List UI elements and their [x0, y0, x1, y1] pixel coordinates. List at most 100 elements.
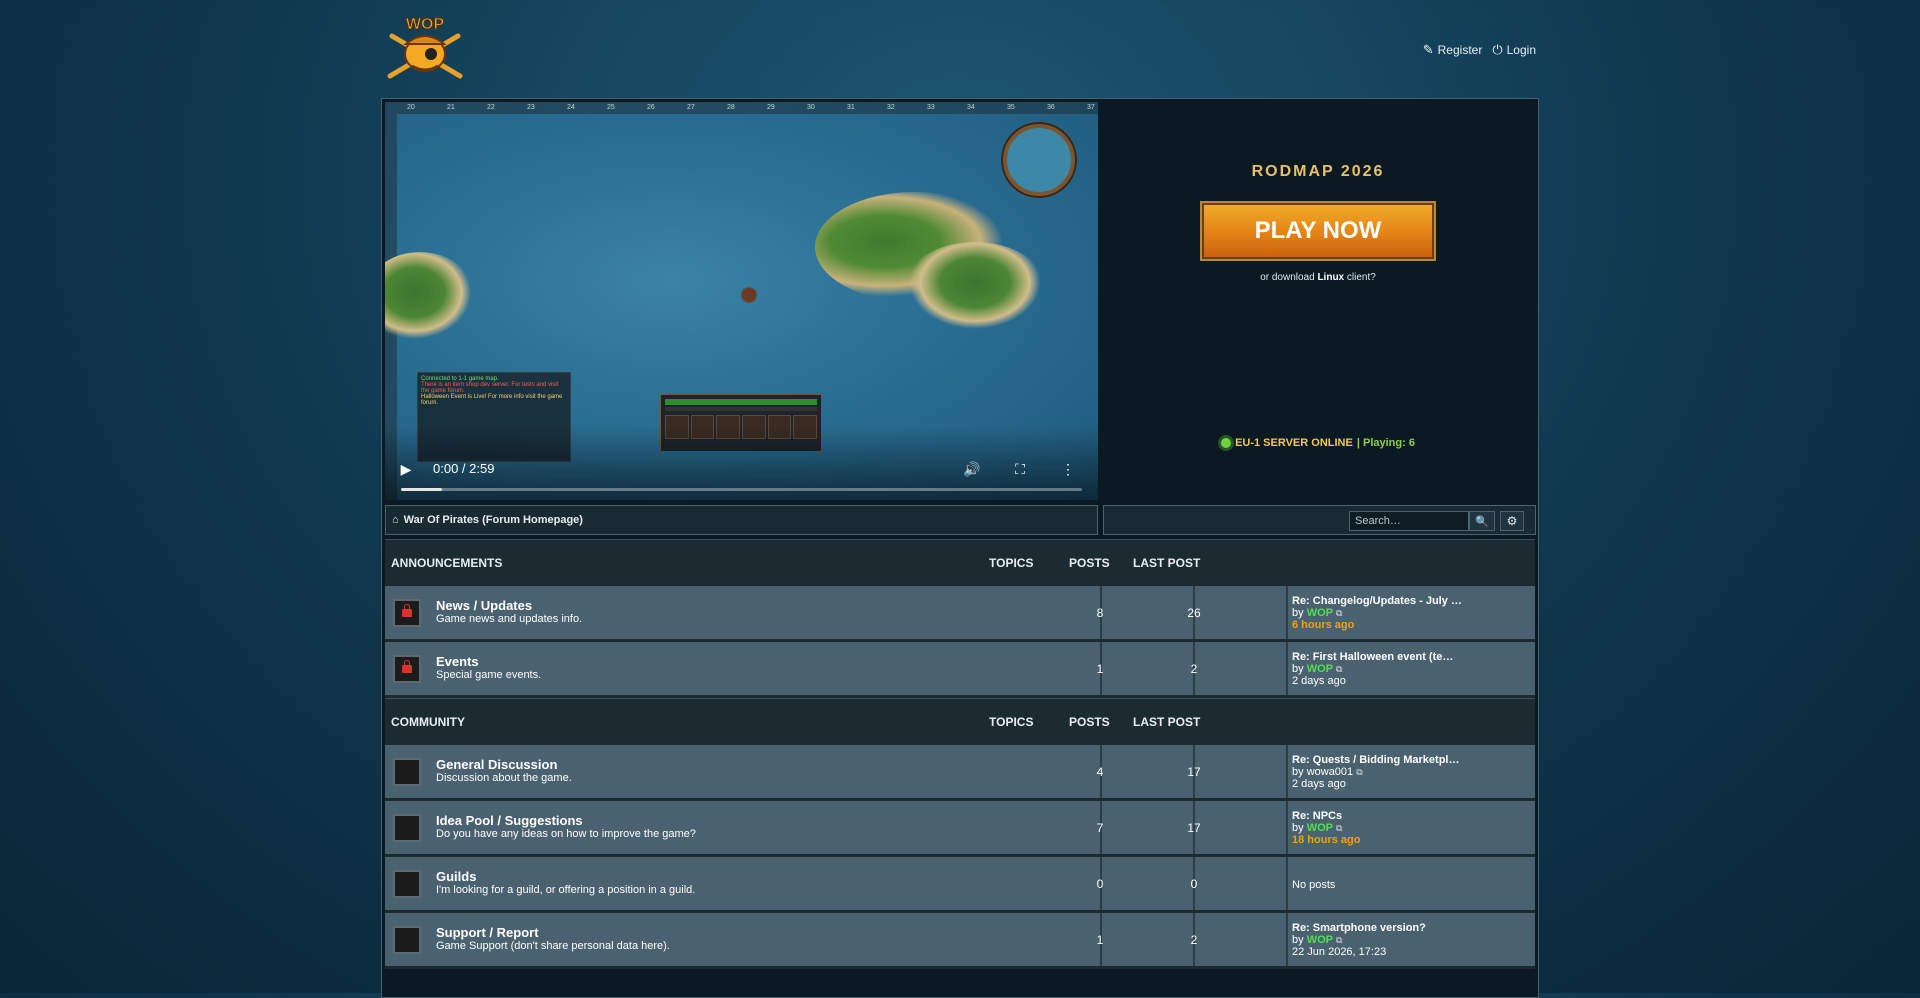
by-label: by [1292, 607, 1304, 619]
xp-bar [665, 407, 817, 411]
advanced-search-button[interactable]: ⚙ [1500, 511, 1524, 531]
chat-line: There is an item shop dev server. For te… [421, 382, 559, 394]
view-latest-post-icon[interactable]: ⧉ [1356, 767, 1362, 777]
chat-line: Halloween Event is Live! For more info v… [421, 394, 563, 406]
online-indicator-icon [1221, 438, 1232, 448]
video-progress-bar[interactable] [401, 488, 1082, 491]
last-post-time: 18 hours ago [1292, 834, 1361, 846]
forum-read-icon [393, 870, 421, 898]
posts-count: 2 [1190, 662, 1198, 676]
last-post-author-link[interactable]: WOP [1307, 822, 1333, 834]
column-separator [1286, 642, 1288, 695]
last-post-column-header: LAST POST [1133, 556, 1201, 570]
last-post-time: 22 Jun 2026, 17:23 [1292, 946, 1387, 958]
search-button[interactable]: 🔍 [1469, 511, 1495, 531]
roadmap-title[interactable]: RODMAP 2026 [1102, 163, 1534, 181]
topics-count: 7 [1096, 821, 1104, 835]
register-link[interactable]: ✎ Register [1423, 42, 1483, 58]
ruler-number: 37 [1087, 104, 1095, 111]
play-icon[interactable]: ▶ [397, 460, 415, 478]
forum-row[interactable]: General Discussion Discussion about the g… [385, 745, 1535, 798]
gear-icon: ⚙ [1506, 514, 1518, 528]
more-options-icon[interactable]: ⋮ [1059, 460, 1077, 478]
ruler-number: 25 [607, 104, 615, 111]
topics-count: 1 [1096, 662, 1104, 676]
ruler-number: 27 [687, 104, 695, 111]
search-icon: 🔍 [1475, 515, 1489, 528]
forum-description: Special game events. [436, 669, 542, 681]
forum-row[interactable]: Events Special game events. 1 2 Re: First Ha… [385, 642, 1535, 695]
ruler-number: 34 [967, 104, 975, 111]
forum-read-icon [393, 926, 421, 954]
view-latest-post-icon[interactable]: ⧉ [1336, 664, 1342, 674]
last-post-author-line: by WOP ⧉ [1292, 607, 1462, 619]
video-controls: ▶ 0:00 / 2:59 🔊 ⛶ ⋮ [385, 426, 1098, 500]
play-now-button[interactable]: PLAY NOW [1200, 201, 1436, 261]
category-header: COMMUNITY TOPICS POSTS LAST POST [385, 698, 1535, 743]
forum-title-link[interactable]: Idea Pool / Suggestions [436, 813, 583, 828]
forum-title-link[interactable]: News / Updates [436, 598, 532, 613]
server-name: EU-1 SERVER ONLINE [1235, 437, 1353, 449]
forum-title-link[interactable]: Guilds [436, 869, 476, 884]
topics-column-header: TOPICS [989, 715, 1034, 729]
forum-title-link[interactable]: Events [436, 654, 479, 669]
by-label: by [1292, 934, 1304, 946]
fullscreen-icon[interactable]: ⛶ [1011, 460, 1029, 478]
forum-title-link[interactable]: Support / Report [436, 925, 539, 940]
download-suffix: client? [1346, 272, 1376, 283]
last-post-author-link[interactable]: WOP [1307, 663, 1333, 675]
forum-row[interactable]: Idea Pool / Suggestions Do you have any i… [385, 801, 1535, 854]
ruler-number: 21 [447, 104, 455, 111]
last-post-time: 2 days ago [1292, 778, 1346, 790]
posts-count: 17 [1187, 765, 1201, 779]
search-input[interactable]: Search… [1349, 511, 1469, 531]
lock-icon [402, 660, 412, 673]
last-post-author-link[interactable]: WOP [1307, 607, 1333, 619]
category-name[interactable]: COMMUNITY [391, 715, 465, 729]
by-label: by [1292, 822, 1304, 834]
ruler-number: 32 [887, 104, 895, 111]
ruler-number: 26 [647, 104, 655, 111]
last-post-title-link[interactable]: Re: Quests / Bidding Marketpl… [1292, 754, 1459, 766]
server-status: EU-1 SERVER ONLINE | Playing: 6 [1102, 437, 1534, 449]
ruler-number: 29 [767, 104, 775, 111]
view-latest-post-icon[interactable]: ⧉ [1336, 935, 1342, 945]
last-post-author-link[interactable]: WOP [1307, 934, 1333, 946]
last-post-title-link[interactable]: Re: First Halloween event (te… [1292, 651, 1453, 663]
login-link[interactable]: ⏻ Login [1492, 42, 1536, 58]
ruler-number: 30 [807, 104, 815, 111]
forum-row[interactable]: Support / Report Game Support (don't shar… [385, 913, 1535, 966]
linux-download-link[interactable]: Linux [1317, 272, 1344, 283]
ruler-number: 33 [927, 104, 935, 111]
gameplay-video[interactable]: 20 21 22 23 24 25 26 27 28 29 30 31 32 33 34 35 36 37 Con… [385, 102, 1098, 500]
minimap [1003, 124, 1075, 196]
forum-locked-icon [393, 655, 421, 683]
view-latest-post-icon[interactable]: ⧉ [1336, 823, 1342, 833]
ruler-number: 22 [487, 104, 495, 111]
download-prefix: or download [1260, 272, 1315, 283]
forum-row[interactable]: Guilds I'm looking for a guild, or offeri… [385, 857, 1535, 910]
column-separator [1286, 913, 1288, 966]
forum-locked-icon [393, 599, 421, 627]
forum-row[interactable]: News / Updates Game news and updates info… [385, 586, 1535, 639]
ruler-number: 31 [847, 104, 855, 111]
breadcrumb-home-link[interactable]: War Of Pirates (Forum Homepage) [404, 514, 583, 526]
forum-read-icon [393, 758, 421, 786]
view-latest-post-icon[interactable]: ⧉ [1336, 608, 1342, 618]
last-post-title-link[interactable]: Re: Smartphone version? [1292, 922, 1426, 934]
category-name[interactable]: ANNOUNCEMENTS [391, 556, 502, 570]
last-post-title-link[interactable]: Re: Changelog/Updates - July … [1292, 595, 1462, 607]
site-logo[interactable]: WOP [384, 14, 466, 84]
forum-description: Game news and updates info. [436, 613, 583, 625]
forum-title-link[interactable]: General Discussion [436, 757, 557, 772]
last-post-author-link[interactable]: wowa001 [1307, 766, 1353, 778]
user-links: ✎ Register ⏻ Login [1423, 42, 1536, 58]
lock-icon [402, 604, 412, 617]
hp-bar [665, 399, 817, 405]
last-post-info: Re: First Halloween event (te… by WOP ⧉ 2 … [1292, 651, 1453, 687]
last-post-title-link[interactable]: Re: NPCs [1292, 810, 1360, 822]
ruler-number: 36 [1047, 104, 1055, 111]
volume-icon[interactable]: 🔊 [963, 460, 981, 478]
forum-description: Do you have any ideas on how to improve … [436, 828, 696, 840]
ruler-number: 20 [407, 104, 415, 111]
